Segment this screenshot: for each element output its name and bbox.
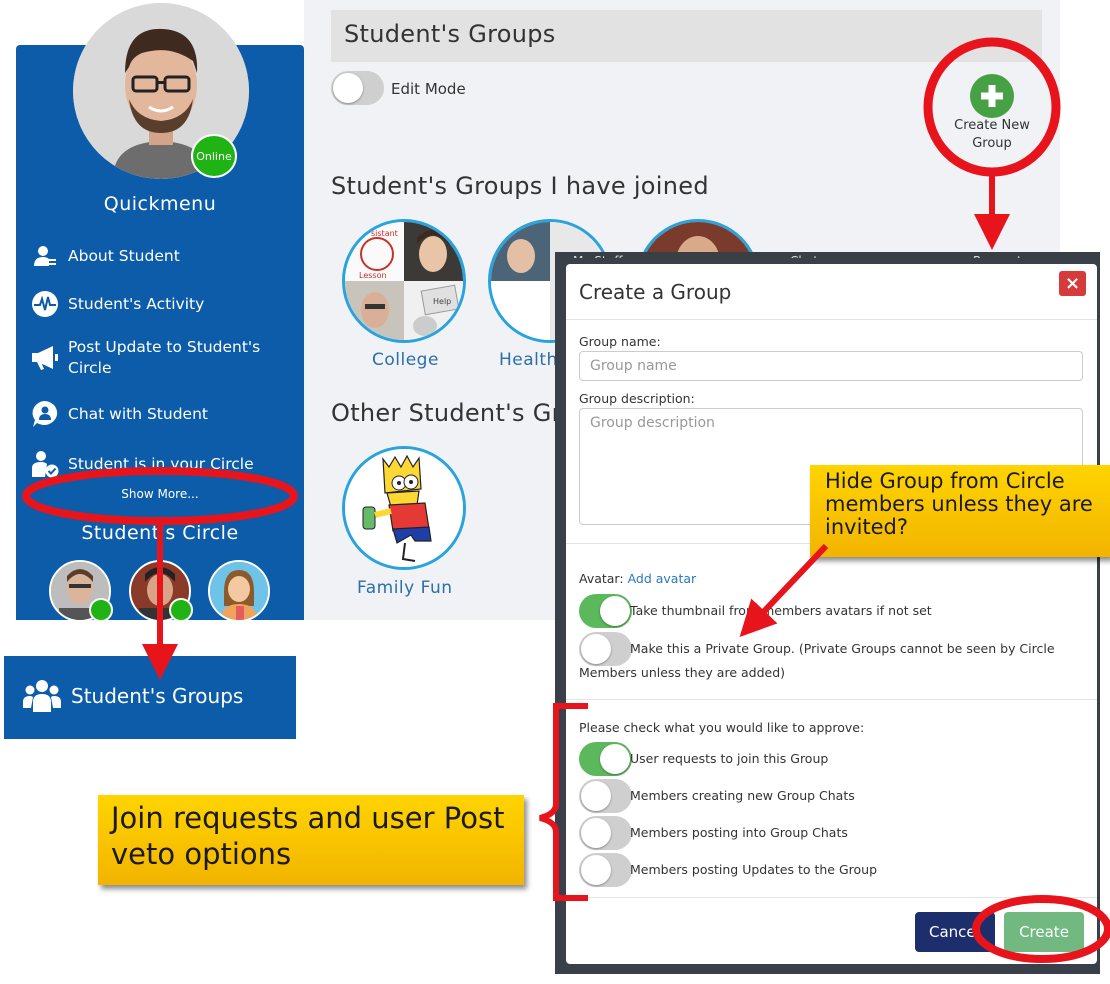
edit-mode-label: Edit Mode bbox=[391, 80, 466, 98]
group-name-input[interactable] bbox=[579, 351, 1083, 381]
group-health-name[interactable]: Health bbox=[499, 350, 558, 370]
approve-join-requests-label: User requests to join this Group bbox=[630, 751, 829, 766]
online-indicator bbox=[169, 598, 193, 620]
create-group-modal: Create a Group × Group name: Group descr… bbox=[566, 264, 1097, 964]
group-college-name[interactable]: College bbox=[372, 350, 439, 370]
joined-groups-title: Student's Groups I have joined bbox=[331, 172, 709, 200]
group-college-avatar[interactable]: Lesson sistant Help bbox=[342, 219, 466, 343]
close-icon[interactable]: × bbox=[1059, 271, 1086, 296]
user-check-icon bbox=[30, 449, 60, 479]
sidebar-item-about-student[interactable]: About Student bbox=[30, 241, 180, 271]
divider bbox=[566, 699, 1097, 700]
group-description-label: Group description: bbox=[579, 391, 695, 406]
quickmenu-title: Quickmenu bbox=[103, 193, 217, 215]
private-group-label-cont: Members unless they are added) bbox=[579, 665, 786, 680]
approve-title: Please check what you would like to appr… bbox=[579, 720, 865, 735]
other-groups-title: Other Student's Gro bbox=[331, 399, 577, 427]
sidebar-item-label: Post Update to Student's Circle bbox=[68, 338, 261, 377]
circle-member-avatar[interactable] bbox=[208, 560, 270, 620]
group-family-fun-avatar[interactable] bbox=[342, 446, 466, 570]
svg-text:Lesson: Lesson bbox=[359, 271, 387, 280]
sidebar-item-label: About Student bbox=[68, 246, 180, 265]
approve-join-requests-toggle[interactable] bbox=[579, 742, 632, 776]
sidebar-item-post-update[interactable]: Post Update to Student's Circle bbox=[30, 337, 268, 379]
edit-mode-toggle[interactable] bbox=[331, 71, 384, 105]
page-header: Student's Groups bbox=[331, 10, 1042, 62]
create-button[interactable]: Create bbox=[1004, 912, 1084, 952]
sidebar-item-label: Chat with Student bbox=[68, 404, 208, 423]
join-requests-callout: Join requests and user Post veto options bbox=[98, 795, 524, 885]
private-group-label: Make this a Private Group. (Private Grou… bbox=[630, 641, 1055, 656]
svg-text:sistant: sistant bbox=[371, 229, 398, 238]
hide-group-callout: Hide Group from Circle members unless th… bbox=[810, 465, 1110, 557]
create-new-group-label: Create New Group bbox=[954, 118, 1030, 151]
private-group-toggle[interactable] bbox=[579, 632, 632, 666]
cancel-button[interactable]: Cancel bbox=[915, 912, 995, 952]
group-name-label: Group name: bbox=[579, 334, 661, 349]
thumbnail-toggle-label: Take thumbnail from members avatars if n… bbox=[630, 603, 932, 618]
modal-title: Create a Group bbox=[579, 280, 732, 304]
sidebar-item-label: Student's Activity bbox=[68, 294, 205, 313]
sidebar-item-label: Student is in your Circle bbox=[68, 454, 254, 473]
divider bbox=[566, 319, 1097, 320]
online-status-badge: Online bbox=[191, 134, 237, 178]
user-info-icon bbox=[30, 241, 60, 271]
chat-icon bbox=[30, 399, 60, 429]
approve-group-chats-label: Members creating new Group Chats bbox=[630, 788, 855, 803]
megaphone-icon bbox=[30, 343, 60, 373]
approve-updates-toggle[interactable] bbox=[579, 853, 632, 887]
show-more-link[interactable]: Show More... bbox=[16, 487, 304, 501]
sidebar-item-in-circle[interactable]: Student is in your Circle bbox=[30, 449, 254, 479]
approve-updates-label: Members posting Updates to the Group bbox=[630, 862, 878, 877]
users-group-icon bbox=[22, 678, 62, 718]
thumbnail-toggle[interactable] bbox=[579, 594, 632, 628]
add-avatar-link[interactable]: Add avatar bbox=[628, 571, 697, 586]
approve-group-chats-toggle[interactable] bbox=[579, 779, 632, 813]
divider bbox=[566, 897, 1097, 898]
plus-icon bbox=[970, 74, 1014, 118]
sidebar-item-label: Student's Groups bbox=[71, 684, 244, 708]
sidebar-item-chat-with-student[interactable]: Chat with Student bbox=[30, 399, 208, 429]
activity-icon bbox=[30, 289, 60, 319]
svg-text:Help: Help bbox=[433, 297, 451, 306]
approve-chat-posts-label: Members posting into Group Chats bbox=[630, 825, 848, 840]
avatar-label: Avatar: bbox=[579, 571, 624, 586]
sidebar-item-students-groups[interactable]: Student's Groups bbox=[4, 656, 296, 739]
approve-chat-posts-toggle[interactable] bbox=[579, 816, 632, 850]
sidebar-item-student-activity[interactable]: Student's Activity bbox=[30, 289, 204, 319]
avatar-row: Avatar: Add avatar bbox=[579, 571, 696, 586]
group-family-fun-name[interactable]: Family Fun bbox=[357, 578, 453, 598]
student-circle-title: Student's Circle bbox=[81, 522, 239, 544]
page-title: Student's Groups bbox=[344, 20, 556, 48]
online-indicator bbox=[89, 598, 113, 620]
